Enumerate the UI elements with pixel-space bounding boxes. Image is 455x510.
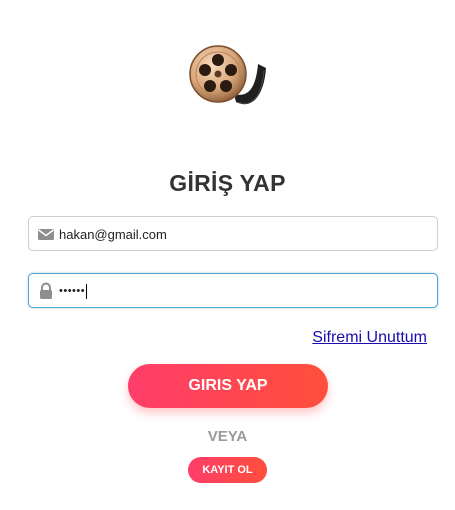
email-value: hakan@gmail.com bbox=[59, 227, 167, 242]
signup-button[interactable]: KAYIT OL bbox=[188, 457, 267, 483]
email-field[interactable]: hakan@gmail.com bbox=[28, 216, 438, 251]
page-title: GİRİŞ YAP bbox=[169, 170, 286, 196]
envelope-icon bbox=[37, 225, 55, 243]
password-field[interactable]: •••••• bbox=[28, 273, 438, 308]
login-card: GİRİŞ YAP hakan@gmail.com •••••• Sifremi… bbox=[0, 0, 455, 510]
forgot-password-link[interactable]: Sifremi Unuttum bbox=[312, 329, 427, 347]
text-caret bbox=[86, 283, 88, 299]
film-reel-icon bbox=[186, 40, 276, 116]
lock-icon bbox=[37, 282, 55, 300]
login-button[interactable]: GIRIS YAP bbox=[128, 364, 328, 408]
password-dots: •••••• bbox=[59, 285, 86, 297]
or-divider-text: VEYA bbox=[207, 428, 248, 445]
password-value: •••••• bbox=[59, 274, 88, 309]
